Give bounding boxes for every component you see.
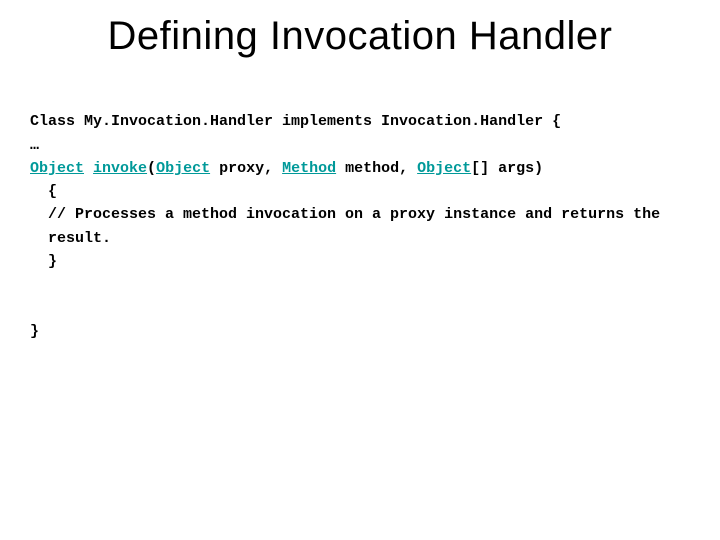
- code-text: (: [147, 160, 156, 177]
- code-line-4: {: [30, 180, 690, 203]
- code-text: proxy,: [210, 160, 282, 177]
- slide: Defining Invocation Handler Class My.Inv…: [0, 0, 720, 540]
- code-line-1: Class My.Invocation.Handler implements I…: [30, 113, 561, 130]
- code-line-2: …: [30, 137, 39, 154]
- type-object-link: Object: [30, 160, 84, 177]
- method-invoke-link: invoke: [93, 160, 147, 177]
- code-text: [] args): [471, 160, 543, 177]
- type-object-link: Object: [156, 160, 210, 177]
- slide-title: Defining Invocation Handler: [30, 14, 690, 59]
- type-object-link: Object: [417, 160, 471, 177]
- code-line-3: Object invoke(Object proxy, Method metho…: [30, 160, 543, 177]
- code-text: [84, 160, 93, 177]
- code-line-5: // Processes a method invocation on a pr…: [30, 203, 690, 250]
- code-line-close: }: [30, 323, 39, 340]
- type-method-link: Method: [282, 160, 336, 177]
- code-text: method,: [336, 160, 417, 177]
- code-line-6: }: [30, 250, 690, 273]
- code-block: Class My.Invocation.Handler implements I…: [30, 87, 690, 366]
